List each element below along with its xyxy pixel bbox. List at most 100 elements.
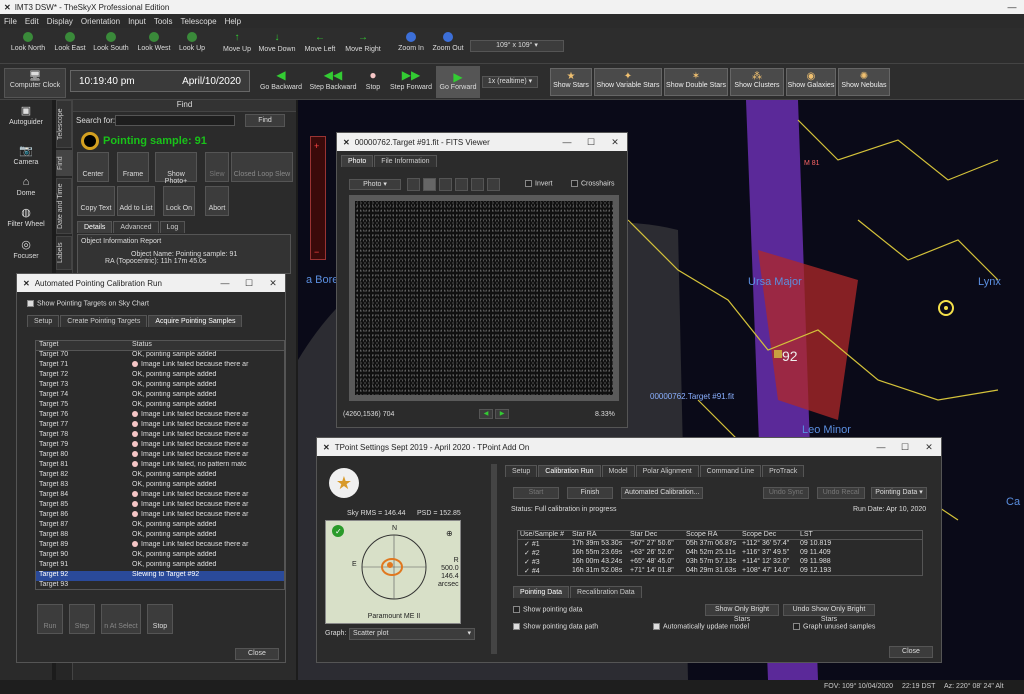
computer-clock-button[interactable]: 🖥 Computer Clock bbox=[4, 68, 66, 98]
show-variable-stars-button[interactable]: ✦ Show Variable Stars bbox=[594, 68, 662, 96]
step-forward-button[interactable]: ▶▶ Step Forward bbox=[388, 68, 434, 91]
check-icon[interactable]: ✓ bbox=[524, 568, 532, 575]
look-south-button[interactable]: Look South bbox=[90, 32, 132, 52]
auto-update-row[interactable]: Automatically update model bbox=[653, 623, 749, 630]
table-row[interactable]: Target 74 OK, pointing sample added bbox=[36, 391, 284, 401]
maximize-icon[interactable]: ☐ bbox=[237, 274, 261, 292]
table-row[interactable]: Target 77 Image Link failed because there… bbox=[36, 421, 284, 431]
show-nebulas-button[interactable]: ✺ Show Nebulas bbox=[838, 68, 890, 96]
menu-file[interactable]: File bbox=[4, 17, 17, 26]
pointer-icon[interactable] bbox=[423, 178, 436, 191]
finish-button[interactable]: Finish bbox=[567, 487, 613, 499]
stop-button[interactable]: ● Stop bbox=[362, 68, 384, 91]
table-row[interactable]: Target 81 Image Link failed, no pattern m… bbox=[36, 461, 284, 471]
look-west-button[interactable]: Look West bbox=[134, 32, 174, 52]
tab-photo[interactable]: Photo bbox=[341, 155, 374, 167]
maximize-icon[interactable]: ☐ bbox=[579, 133, 603, 151]
maximize-icon[interactable]: ☐ bbox=[893, 438, 917, 456]
table-row[interactable]: Target 70 OK, pointing sample added bbox=[36, 351, 284, 361]
menu-help[interactable]: Help bbox=[225, 17, 241, 26]
table-row[interactable]: Target 82 OK, pointing sample added bbox=[36, 471, 284, 481]
fits-image[interactable] bbox=[355, 201, 613, 395]
zoom-slider[interactable]: + − bbox=[310, 136, 326, 260]
zoom-in-icon[interactable] bbox=[439, 178, 452, 191]
table-row[interactable]: Target 73 OK, pointing sample added bbox=[36, 381, 284, 391]
search-input[interactable] bbox=[115, 115, 235, 126]
tab-calibration-run[interactable]: Calibration Run bbox=[538, 465, 601, 477]
close-icon[interactable]: ✕ bbox=[261, 274, 285, 292]
undo-bright-stars-button[interactable]: Undo Show Only Bright Stars bbox=[783, 604, 875, 623]
table-row[interactable]: Target 84 Image Link failed because there… bbox=[36, 491, 284, 501]
show-pointing-checkbox[interactable] bbox=[513, 606, 520, 613]
table-row[interactable]: Target 76 Image Link failed because there… bbox=[36, 411, 284, 421]
apc-close-button[interactable]: Close bbox=[235, 648, 279, 660]
target-92-marker[interactable] bbox=[774, 350, 782, 358]
tab-find[interactable]: Find bbox=[56, 150, 72, 176]
tpoint-close-button[interactable]: Close bbox=[889, 646, 933, 658]
show-targets-checkbox[interactable] bbox=[27, 300, 34, 307]
show-stars-button[interactable]: ★ Show Stars bbox=[550, 68, 592, 96]
graph-type-select[interactable]: Scatter plot ▾ bbox=[349, 628, 475, 640]
pointing-data-button[interactable]: Pointing Data ▾ bbox=[871, 487, 927, 499]
menu-orientation[interactable]: Orientation bbox=[81, 17, 120, 26]
tab-polar-alignment[interactable]: Polar Alignment bbox=[635, 465, 699, 477]
autoguider-button[interactable]: ▣ Autoguider bbox=[0, 104, 52, 126]
run-button[interactable]: Run bbox=[37, 604, 63, 634]
table-row[interactable]: Target 88 OK, pointing sample added bbox=[36, 531, 284, 541]
plot-zoom-icon[interactable]: ⊕ bbox=[446, 529, 453, 538]
menu-tools[interactable]: Tools bbox=[154, 17, 173, 26]
closed-loop-slew-button[interactable]: Closed Loop Slew bbox=[231, 152, 293, 182]
check-icon[interactable]: ✓ bbox=[524, 559, 532, 566]
table-row[interactable]: Target 86 Image Link failed because there… bbox=[36, 511, 284, 521]
table-row[interactable]: Target 79 Image Link failed because there… bbox=[36, 441, 284, 451]
prev-image-icon[interactable]: ◀ bbox=[479, 409, 493, 419]
info-icon[interactable] bbox=[487, 178, 500, 191]
copy-text-button[interactable]: Copy Text bbox=[77, 186, 115, 216]
table-row[interactable]: ✓ #4 16h 31m 52.08s +71° 14' 01.8" 04h 29m … bbox=[518, 567, 922, 575]
show-path-row[interactable]: Show pointing data path bbox=[513, 623, 598, 630]
table-row[interactable]: Target 92 Slewing to Target #92 bbox=[36, 571, 284, 581]
fov-select[interactable]: 109° x 109° ▾ bbox=[470, 40, 564, 52]
tab-create-targets[interactable]: Create Pointing Targets bbox=[60, 315, 148, 328]
show-galaxies-button[interactable]: ◉ Show Galaxies bbox=[786, 68, 836, 96]
samples-table[interactable]: Use/Sample # Star RA Star Dec Scope RA Scope… bbox=[517, 530, 923, 576]
focuser-button[interactable]: ◎ Focuser bbox=[0, 238, 52, 260]
find-button[interactable]: Find bbox=[245, 114, 285, 127]
minimize-icon[interactable]: — bbox=[869, 438, 893, 456]
tab-setup[interactable]: Setup bbox=[505, 465, 538, 477]
tab-pointing-data[interactable]: Pointing Data bbox=[513, 586, 570, 598]
tab-model[interactable]: Model bbox=[601, 465, 635, 477]
show-pointing-row[interactable]: Show pointing data bbox=[513, 606, 583, 613]
table-row[interactable]: Target 87 OK, pointing sample added bbox=[36, 521, 284, 531]
date-time-display[interactable]: 10:19:40 pm April/10/2020 bbox=[70, 70, 250, 92]
tab-protrack[interactable]: ProTrack bbox=[762, 465, 805, 477]
move-up-button[interactable]: ↑ Move Up bbox=[220, 32, 254, 53]
table-row[interactable]: Target 80 Image Link failed because there… bbox=[36, 451, 284, 461]
photo-mode-select[interactable]: Photo ▾ bbox=[349, 179, 401, 190]
frame-button[interactable]: Frame bbox=[117, 152, 149, 182]
table-row[interactable]: Target 78 Image Link failed because there… bbox=[36, 431, 284, 441]
slew-button[interactable]: Slew bbox=[205, 152, 229, 182]
close-icon[interactable]: ✕ bbox=[917, 438, 941, 456]
table-row[interactable]: Target 90 OK, pointing sample added bbox=[36, 551, 284, 561]
graph-unused-checkbox[interactable] bbox=[793, 623, 800, 630]
crosshairs-row[interactable]: Crosshairs bbox=[571, 180, 614, 187]
menu-edit[interactable]: Edit bbox=[25, 17, 39, 26]
next-image-icon[interactable]: ▶ bbox=[495, 409, 509, 419]
table-row[interactable]: Target 91 OK, pointing sample added bbox=[36, 561, 284, 571]
tab-labels[interactable]: Labels bbox=[56, 236, 72, 270]
tab-details[interactable]: Details bbox=[77, 221, 113, 233]
table-row[interactable]: Target 71 Image Link failed because there… bbox=[36, 361, 284, 371]
graph-unused-row[interactable]: Graph unused samples bbox=[793, 623, 875, 630]
move-down-button[interactable]: ↓ Move Down bbox=[257, 32, 297, 53]
go-backward-button[interactable]: ◀ Go Backward bbox=[258, 68, 304, 91]
apc-target-list[interactable]: Target Status Target 70 OK, pointing sampl… bbox=[35, 340, 285, 590]
show-path-checkbox[interactable] bbox=[513, 623, 520, 630]
tab-recalibration-data[interactable]: Recalibration Data bbox=[570, 586, 642, 598]
auto-update-checkbox[interactable] bbox=[653, 623, 660, 630]
minimize-icon[interactable]: — bbox=[1000, 0, 1024, 14]
crosshairs-checkbox[interactable] bbox=[571, 180, 578, 187]
add-to-list-button[interactable]: Add to List bbox=[117, 186, 155, 216]
check-icon[interactable]: ✓ bbox=[524, 541, 532, 548]
menu-input[interactable]: Input bbox=[128, 17, 146, 26]
